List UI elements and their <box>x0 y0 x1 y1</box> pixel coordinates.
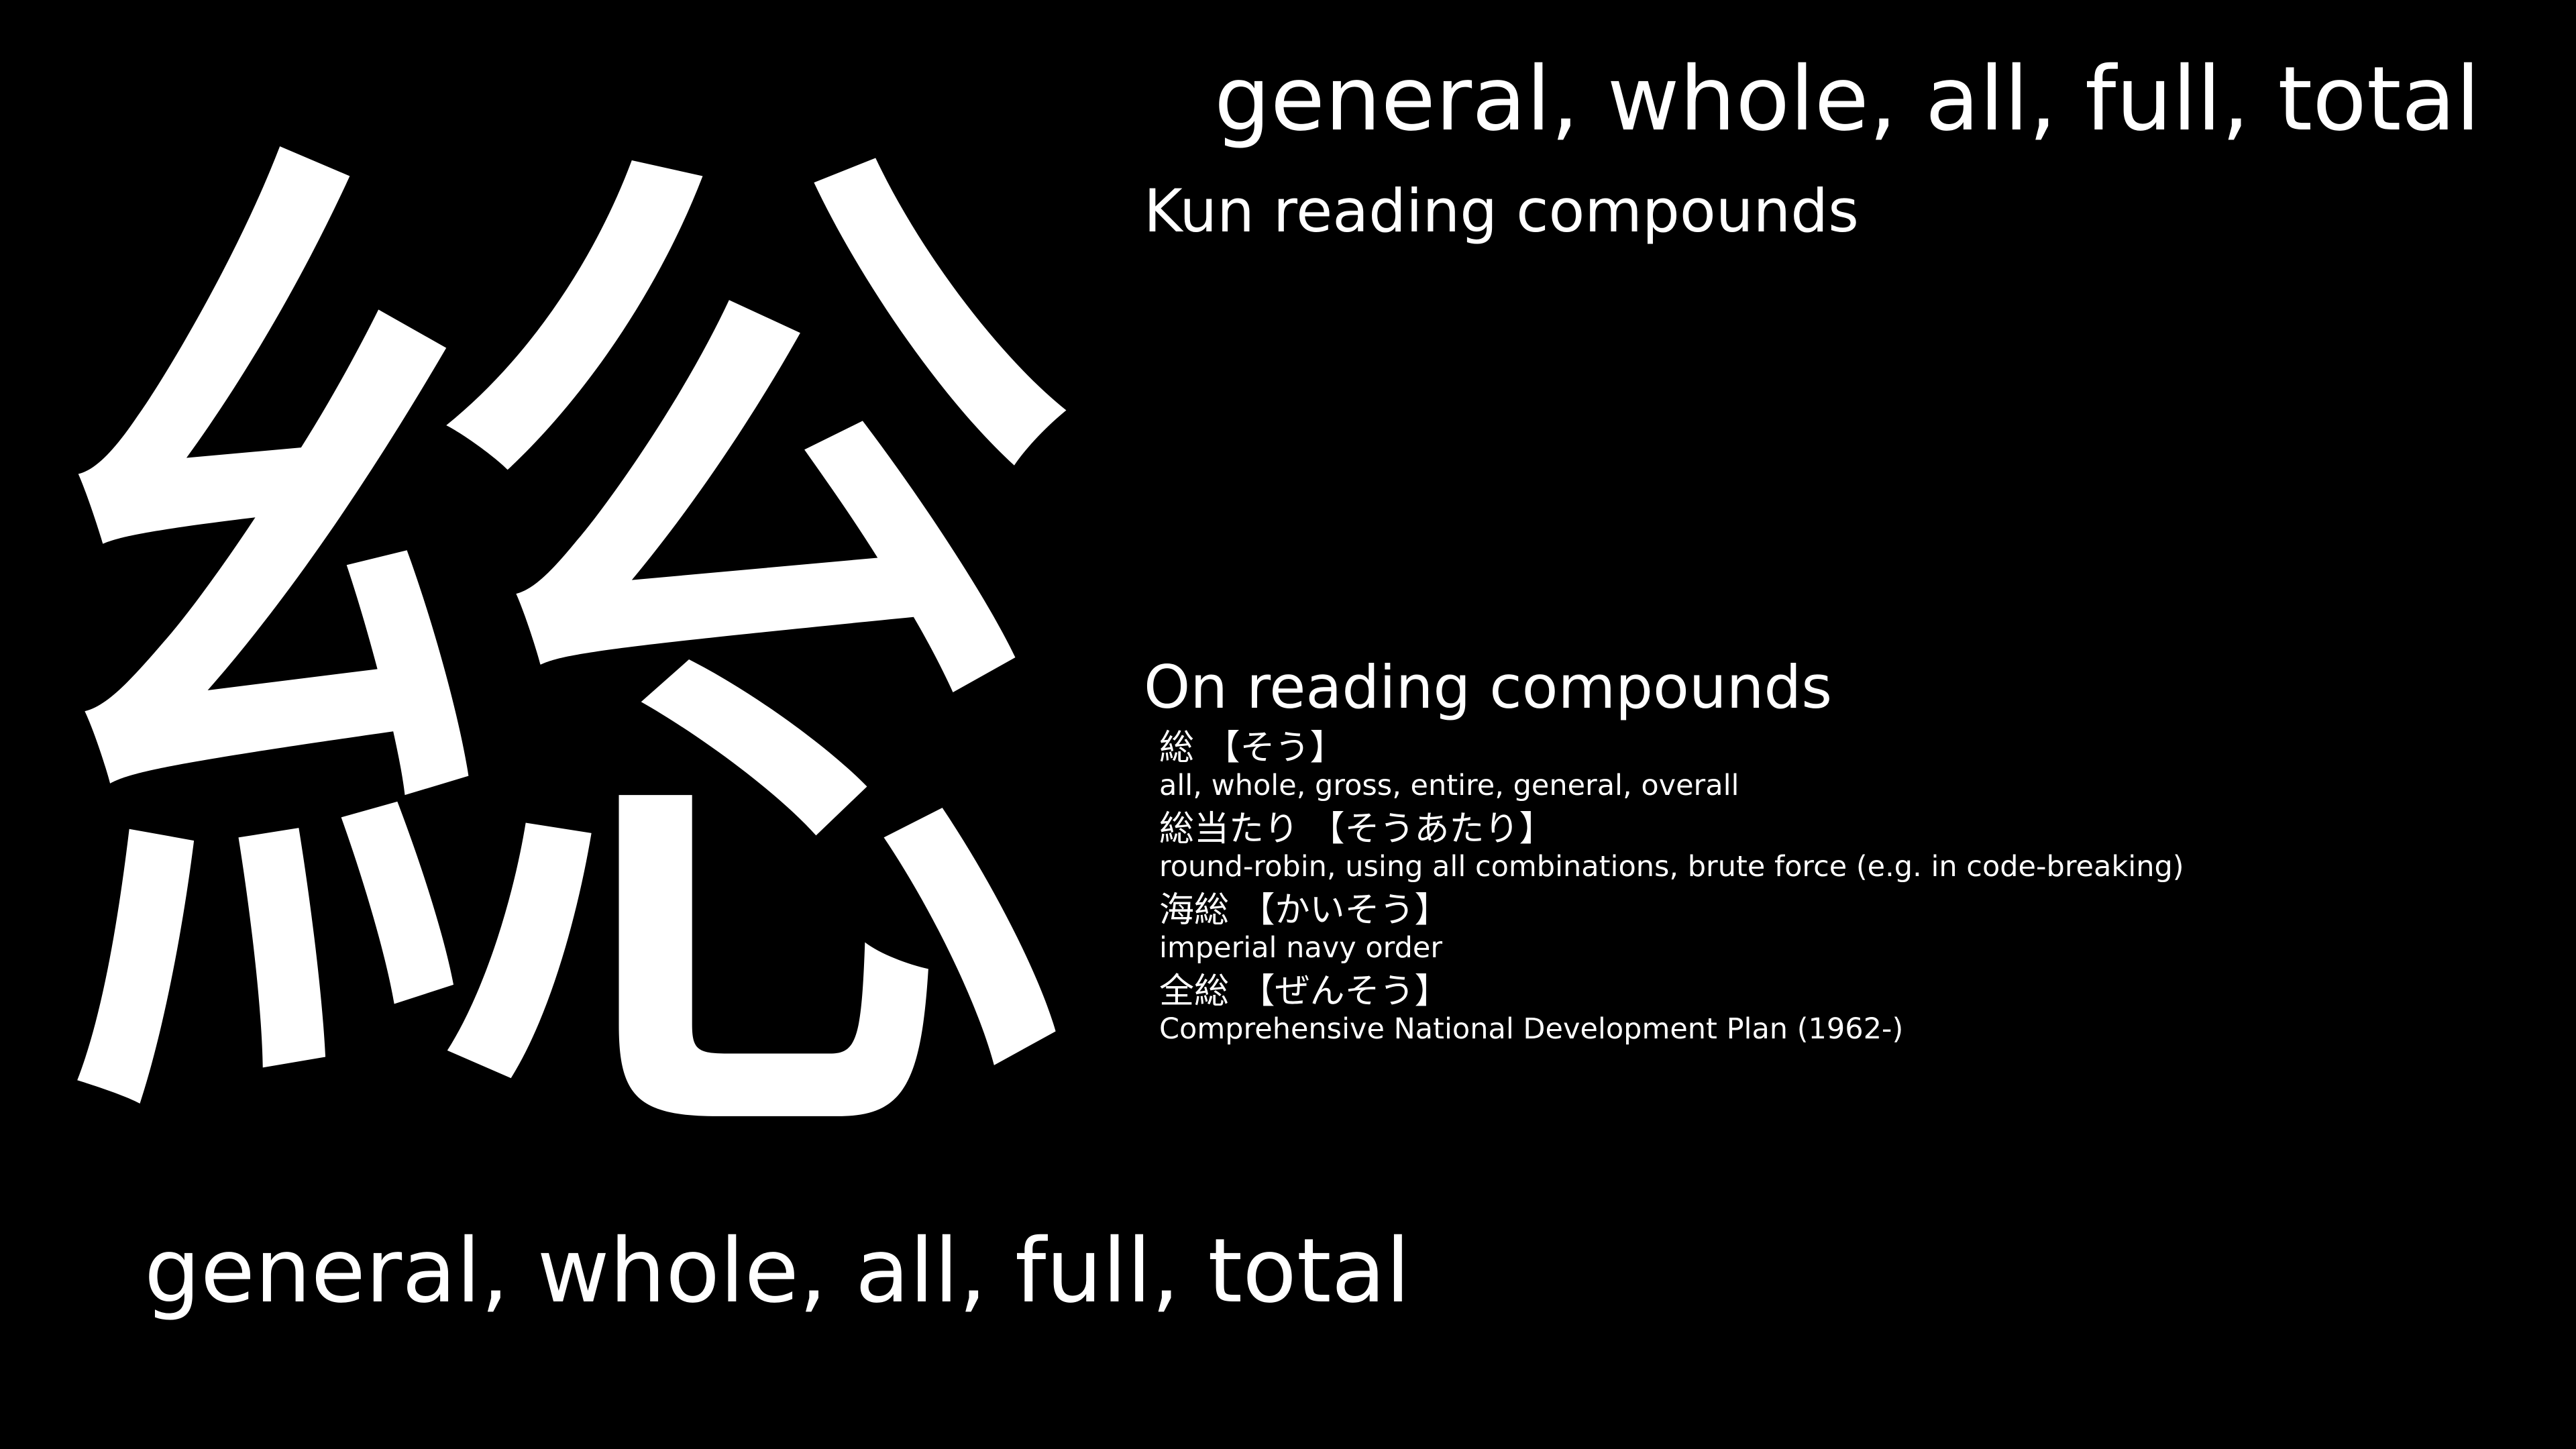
compound-gloss: all, whole, gross, entire, general, over… <box>1159 769 1739 802</box>
compound-word: 全総 【ぜんそう】 <box>1159 971 1450 1012</box>
compound-gloss: round-robin, using all combinations, bru… <box>1159 850 2184 883</box>
kun-reading-heading: Kun reading compounds <box>1144 176 1859 246</box>
meaning-title: general, whole, all, full, total <box>1214 48 2481 151</box>
compound-entry: 総 【そう】 all, whole, gross, entire, genera… <box>1159 728 2534 809</box>
compound-entry: 総当たり 【そうあたり】 round-robin, using all comb… <box>1159 809 2534 890</box>
compound-word: 総当たり 【そうあたり】 <box>1159 809 1554 849</box>
on-compound-list: 総 【そう】 all, whole, gross, entire, genera… <box>1159 728 2534 1053</box>
compound-entry: 海総 【かいそう】 imperial navy order <box>1159 890 2534 971</box>
compound-gloss: Comprehensive National Development Plan … <box>1159 1012 1904 1046</box>
compound-word: 海総 【かいそう】 <box>1159 890 1450 930</box>
compound-gloss: imperial navy order <box>1159 931 1443 965</box>
compound-word: 総 【そう】 <box>1159 728 1345 768</box>
kanji-character: 総 <box>40 54 1100 1288</box>
compound-entry: 全総 【ぜんそう】 Comprehensive National Develop… <box>1159 971 2534 1053</box>
meaning-caption: general, whole, all, full, total <box>144 1220 1411 1323</box>
on-reading-heading: On reading compounds <box>1144 653 1833 722</box>
